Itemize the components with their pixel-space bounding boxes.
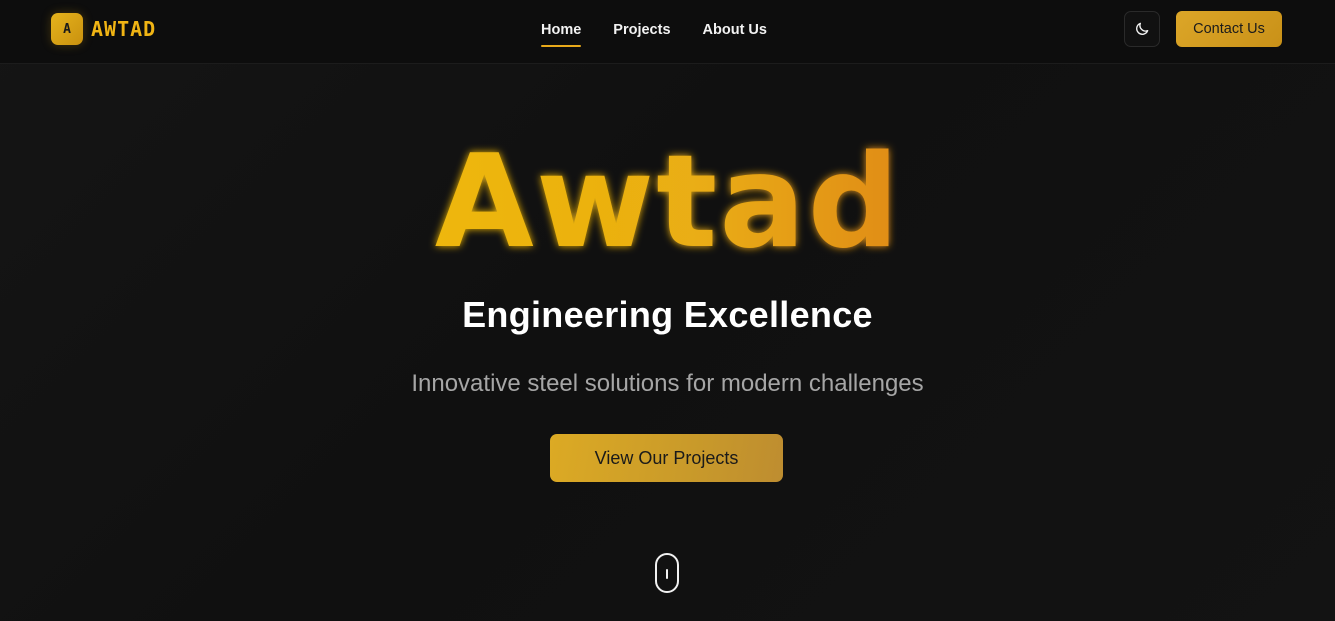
scroll-wheel — [666, 569, 668, 579]
hero-tagline: Engineering Excellence — [462, 294, 873, 335]
top-navigation-bar: A AWTAD Home Projects About Us Contact U… — [0, 0, 1335, 64]
mouse-scroll-icon[interactable] — [655, 553, 679, 593]
main-nav: Home Projects About Us — [541, 20, 767, 47]
hero-subtitle: Innovative steel solutions for modern ch… — [411, 370, 924, 397]
nav-link-home[interactable]: Home — [541, 20, 582, 47]
moon-icon — [1136, 22, 1149, 35]
logo-badge-letter: A — [63, 21, 71, 37]
hero-title-text: Awtad — [434, 136, 901, 266]
nav-link-projects[interactable]: Projects — [613, 20, 670, 44]
hero-title: Awtad — [0, 136, 1335, 266]
contact-us-button[interactable]: Contact Us — [1176, 11, 1282, 47]
theme-toggle-button[interactable] — [1124, 11, 1160, 47]
brand-logo-link[interactable]: A AWTAD — [51, 13, 156, 45]
logo-wordmark: AWTAD — [91, 17, 157, 41]
nav-link-about-us[interactable]: About Us — [703, 20, 767, 44]
page: A AWTAD Home Projects About Us Contact U… — [0, 0, 1335, 621]
view-projects-button[interactable]: View Our Projects — [550, 434, 783, 482]
hero-title-graphic: Awtad — [434, 136, 901, 266]
logo-badge: A — [51, 13, 83, 45]
